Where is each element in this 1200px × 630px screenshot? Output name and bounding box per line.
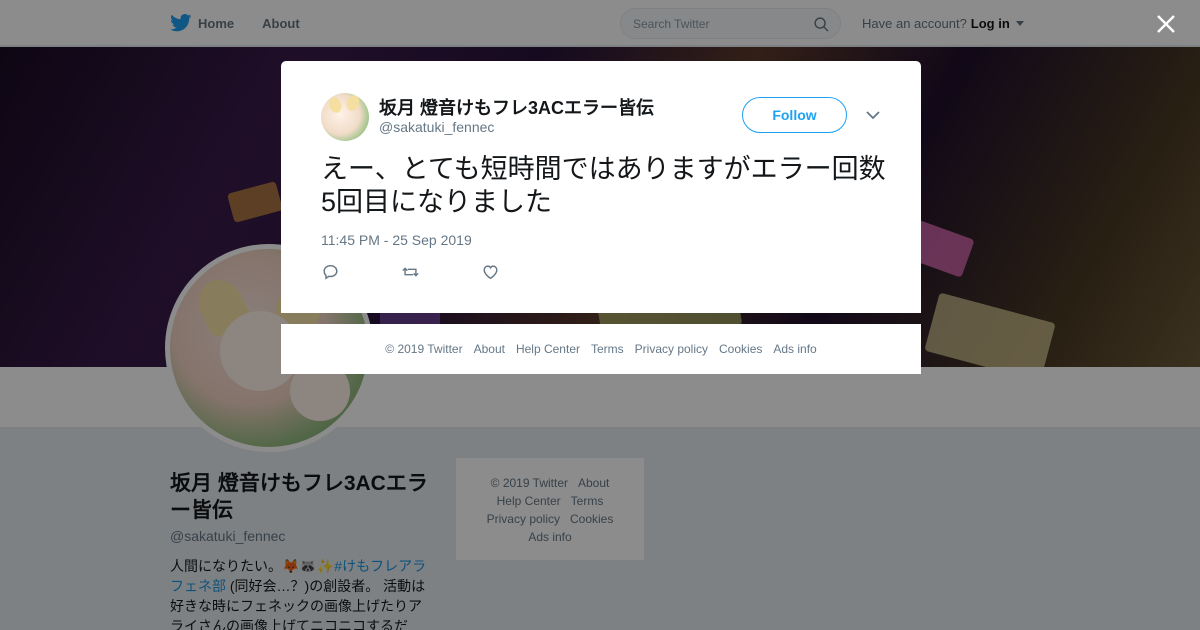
modal-footer: © 2019 Twitter About Help Center Terms P…: [281, 324, 921, 374]
tweet-timestamp[interactable]: 11:45 PM - 25 Sep 2019: [321, 232, 472, 248]
modal-footer-cookies-link[interactable]: Cookies: [719, 342, 762, 356]
modal-footer-terms-link[interactable]: Terms: [591, 342, 624, 356]
modal-footer-ads-link[interactable]: Ads info: [773, 342, 816, 356]
reply-icon[interactable]: [321, 263, 340, 281]
retweet-icon[interactable]: [401, 263, 420, 281]
tweet-modal: 坂月 燈音けもフレ3ACエラー皆伝 @sakatuki_fennec Follo…: [281, 61, 921, 313]
modal-footer-privacy-link[interactable]: Privacy policy: [635, 342, 708, 356]
tweet-text: えー、とても短時間ではありますがエラー回数5回目になりました: [321, 154, 886, 217]
modal-footer-about-link[interactable]: About: [474, 342, 505, 356]
tweet-author-name[interactable]: 坂月 燈音けもフレ3ACエラー皆伝: [379, 94, 654, 120]
tweet-actions: [321, 263, 500, 281]
modal-footer-copyright: © 2019 Twitter: [385, 342, 463, 356]
heart-icon[interactable]: [481, 263, 500, 281]
chevron-down-icon[interactable]: [865, 109, 881, 121]
follow-button[interactable]: Follow: [742, 97, 847, 133]
close-icon[interactable]: [1154, 12, 1178, 36]
tweet-author-handle[interactable]: @sakatuki_fennec: [379, 119, 494, 135]
modal-footer-help-link[interactable]: Help Center: [516, 342, 580, 356]
tweet-author-avatar[interactable]: [321, 93, 369, 141]
